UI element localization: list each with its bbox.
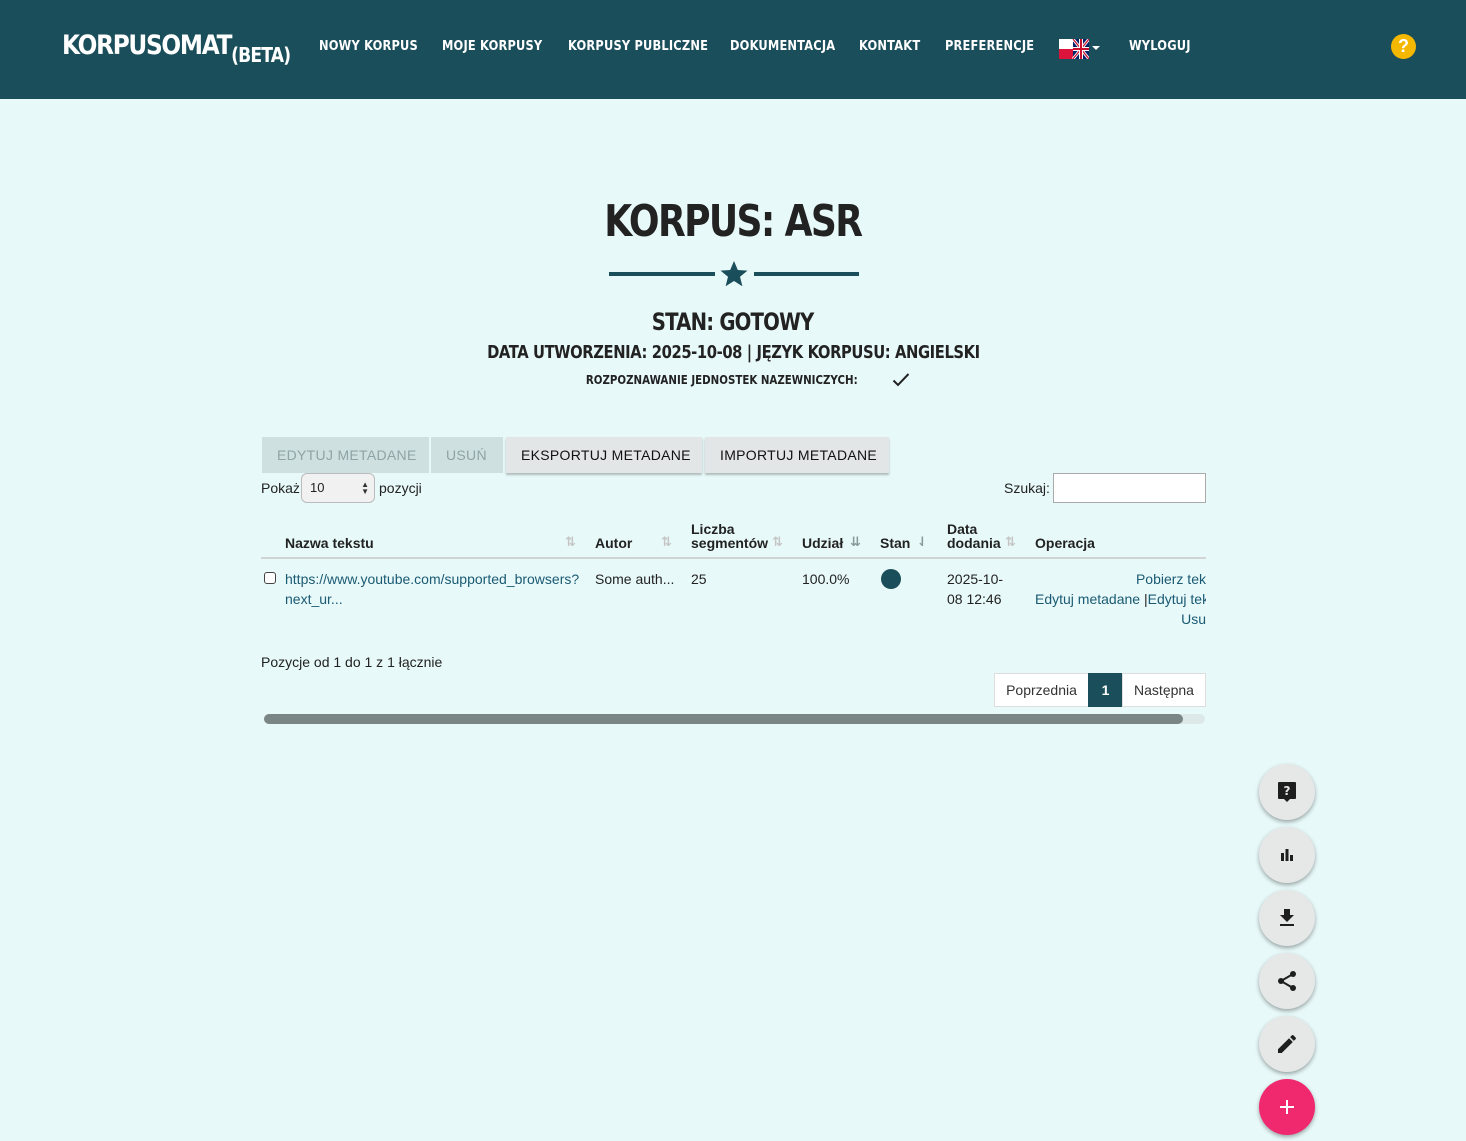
sort-asc-icon[interactable]: ⇃ <box>917 534 928 550</box>
prev-page-button[interactable]: Poprzednia <box>994 673 1089 707</box>
sort-icon[interactable]: ⇅ <box>772 534 783 550</box>
language-flag-icon[interactable] <box>1059 39 1089 59</box>
fab-statistics[interactable] <box>1259 827 1315 883</box>
plus-icon <box>1280 1100 1294 1114</box>
col-date-line1[interactable]: Data <box>947 522 977 536</box>
scrollbar-thumb[interactable] <box>264 714 1183 724</box>
delete-text-link[interactable]: Usu <box>1181 611 1206 627</box>
search-label: Szukaj: <box>1004 480 1050 496</box>
date-line1: 2025-10- <box>947 571 1004 587</box>
import-metadata-button[interactable]: IMPORTUJ METADANE <box>705 437 889 473</box>
col-author[interactable]: Autor <box>595 536 632 550</box>
edit-metadata-button[interactable]: EDYTUJ METADANE <box>262 437 429 473</box>
author-cell: Some auth... <box>595 571 675 587</box>
divider-line <box>609 272 715 276</box>
select-arrows-icon: ▲ ▼ <box>361 480 369 496</box>
star-icon <box>720 261 748 287</box>
edit-metadata-link[interactable]: Edytuj metadane <box>1035 591 1140 607</box>
corpus-meta: DATA UTWORZENIA: 2025-10-08 | JĘZYK KORP… <box>486 342 980 363</box>
sort-desc-icon[interactable]: ⇊ <box>850 534 861 550</box>
help-icon[interactable]: ? <box>1391 34 1416 59</box>
col-segments-line2[interactable]: segmentów <box>691 536 768 550</box>
fab-download[interactable] <box>1259 890 1315 946</box>
text-name-link[interactable]: https://www.youtube.com/supported_browse… <box>285 569 579 609</box>
download-text-link[interactable]: Pobierz tek <box>1136 571 1206 587</box>
nav-public-corpora[interactable]: KORPUSY PUBLICZNE <box>568 39 708 54</box>
date-line2: 08 12:46 <box>947 591 1002 607</box>
page-size-select[interactable]: 10 ▲ ▼ <box>301 473 375 503</box>
page-title: KORPUS: ASR <box>604 196 863 247</box>
nav-new-corpus[interactable]: NOWY KORPUS <box>319 39 418 54</box>
col-date-line2[interactable]: dodania <box>947 536 1001 550</box>
ner-status: ROZPOZNAWANIE JEDNOSTEK NAZEWNICZYCH: <box>0 372 1466 388</box>
text-name-line1: https://www.youtube.com/supported_browse… <box>285 571 580 587</box>
bar-chart-icon <box>1281 849 1293 861</box>
col-name[interactable]: Nazwa tekstu <box>285 536 374 550</box>
col-segments-line1[interactable]: Liczba <box>691 522 735 536</box>
brand-logo[interactable]: KORPUSOMAT(BETA) <box>62 30 291 67</box>
edit-text-link[interactable]: Edytuj tek <box>1148 591 1206 607</box>
row-checkbox[interactable] <box>264 572 276 584</box>
share-cell: 100.0% <box>802 571 850 587</box>
export-metadata-button[interactable]: EKSPORTUJ METADANE <box>506 437 702 473</box>
download-icon <box>1280 909 1294 926</box>
corpus-status: STAN: GOTOWY <box>652 308 814 336</box>
nav-preferences[interactable]: PREFERENCJE <box>945 39 1034 54</box>
delete-button[interactable]: USUŃ <box>431 437 503 473</box>
operations-cell: Pobierz tek Edytuj metadane |Edytuj tek … <box>1035 569 1206 631</box>
language-caret-icon[interactable] <box>1092 46 1100 50</box>
check-icon <box>892 373 909 387</box>
table-info: Pozycje od 1 do 1 z 1 łącznie <box>261 654 443 670</box>
fab-add[interactable] <box>1259 1079 1315 1135</box>
search-input[interactable] <box>1053 473 1206 503</box>
next-page-button[interactable]: Następna <box>1122 673 1206 707</box>
entries-label: pozycji <box>379 480 422 496</box>
col-operation: Operacja <box>1035 535 1095 551</box>
segments-cell: 25 <box>691 571 707 587</box>
fab-help[interactable]: ? <box>1259 764 1315 820</box>
col-share[interactable]: Udział <box>802 536 843 550</box>
date-cell: 2025-10- 08 12:46 <box>947 569 1003 609</box>
fab-edit[interactable] <box>1259 1016 1315 1072</box>
help-icon: ? <box>1278 782 1296 802</box>
show-label: Pokaż <box>261 480 300 496</box>
edit-icon <box>1278 1034 1297 1053</box>
nav-logout[interactable]: WYLOGUJ <box>1129 39 1191 54</box>
page-size-value: 10 <box>310 480 325 495</box>
svg-text:?: ? <box>1284 784 1291 798</box>
col-state[interactable]: Stan <box>880 536 910 550</box>
brand-name: KORPUSOMAT <box>62 30 232 61</box>
sort-icon[interactable]: ⇅ <box>1005 534 1016 550</box>
nav-my-corpora[interactable]: MOJE KORPUSY <box>442 39 542 54</box>
sort-icon[interactable]: ⇅ <box>565 534 576 550</box>
text-name-line2: next_ur... <box>285 591 343 607</box>
page-1-button[interactable]: 1 <box>1088 673 1123 707</box>
brand-beta: (BETA) <box>231 43 291 67</box>
top-navbar: KORPUSOMAT(BETA) NOWY KORPUS MOJE KORPUS… <box>0 0 1466 99</box>
nav-documentation[interactable]: DOKUMENTACJA <box>730 39 835 54</box>
table-header-divider <box>261 557 1206 559</box>
share-icon <box>1278 971 1296 991</box>
divider-line <box>754 272 859 276</box>
status-dot <box>881 569 901 589</box>
nav-contact[interactable]: KONTAKT <box>859 39 920 54</box>
sort-icon[interactable]: ⇅ <box>661 534 672 550</box>
fab-share[interactable] <box>1259 953 1315 1009</box>
